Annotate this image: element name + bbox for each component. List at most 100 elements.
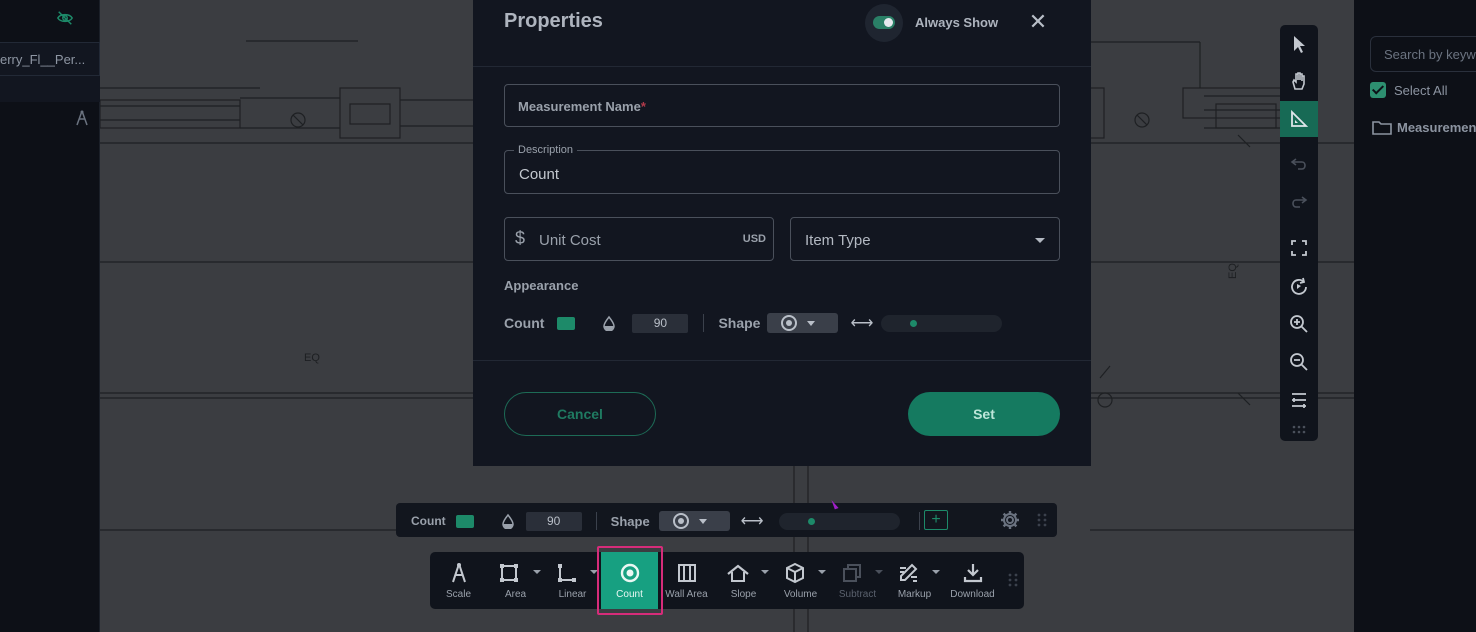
chevron-down-icon	[932, 570, 940, 574]
measurement-name-field[interactable]: Measurement Name*	[504, 84, 1060, 127]
opacity-input[interactable]: 90	[632, 313, 689, 333]
tool-label: Download	[950, 589, 995, 600]
tool-wall-area[interactable]: Wall Area	[658, 552, 715, 609]
tool-area[interactable]: Area	[487, 552, 544, 609]
gear-icon[interactable]	[1000, 510, 1020, 530]
pan-tool-button[interactable]	[1280, 63, 1318, 99]
always-show-toggle[interactable]	[865, 4, 903, 42]
circle-target-icon	[672, 513, 689, 529]
grip-icon[interactable]	[1007, 572, 1019, 588]
right-sidebar: Search by keyw Select All Measuremen	[1354, 0, 1476, 632]
compass-icon[interactable]	[75, 110, 89, 126]
tool-label: Area	[504, 589, 527, 600]
divider	[703, 314, 705, 332]
size-slider[interactable]	[881, 314, 1003, 332]
tool-subtract[interactable]: Subtract	[829, 552, 886, 609]
shape-dropdown[interactable]	[767, 313, 839, 333]
grip-icon	[1292, 425, 1306, 434]
drag-handle[interactable]	[1280, 419, 1318, 441]
fullscreen-icon	[1291, 240, 1307, 256]
visibility-off-icon[interactable]	[56, 10, 74, 26]
description-label: Description	[514, 144, 578, 156]
download-icon	[963, 564, 982, 583]
count-bar-label: Count	[411, 514, 446, 528]
set-square-icon	[1291, 109, 1309, 127]
unit-cost-field[interactable]: $ Unit Cost USD	[504, 217, 774, 261]
slider-thumb[interactable]	[807, 517, 815, 525]
tool-label: Scale	[445, 589, 471, 600]
eq-label: EQ	[304, 352, 320, 364]
count-appearance-bar: Count 90 Shape ⟷ +	[396, 503, 1057, 537]
tool-slope[interactable]: Slope	[715, 552, 772, 609]
grip-icon[interactable]	[1036, 512, 1048, 528]
file-tab-sub	[0, 76, 100, 102]
opacity-drop-icon	[501, 513, 514, 529]
color-swatch[interactable]	[557, 316, 576, 330]
layers-button[interactable]	[1280, 382, 1318, 418]
rotate-button[interactable]	[1280, 268, 1318, 304]
hand-icon	[1292, 72, 1305, 90]
required-mark: *	[640, 99, 646, 114]
dollar-icon: $	[515, 228, 526, 248]
tool-markup[interactable]: Markup	[886, 552, 943, 609]
checkbox-checked-icon[interactable]	[1370, 82, 1386, 98]
currency-label: USD	[742, 233, 766, 245]
tool-scale[interactable]: Scale	[430, 552, 487, 609]
shape-dropdown[interactable]	[658, 511, 730, 531]
zoom-in-icon	[1290, 315, 1308, 333]
add-measurement-button[interactable]: +	[924, 510, 948, 530]
tool-label: Slope	[730, 589, 757, 600]
size-arrows-icon: ⟷	[850, 315, 874, 332]
file-tab[interactable]: erry_Fl__Per...	[0, 42, 100, 76]
divider	[473, 360, 1091, 361]
pencil-ruler-icon	[899, 563, 917, 582]
description-value: Count	[519, 166, 560, 183]
search-input[interactable]: Search by keyw	[1370, 36, 1476, 72]
unit-cost-placeholder: Unit Cost	[539, 232, 601, 249]
description-field[interactable]: Description Count	[504, 144, 1060, 194]
chevron-down-icon	[698, 518, 707, 524]
zoom-in-button[interactable]	[1280, 306, 1318, 342]
chevron-down-icon	[818, 570, 826, 574]
tool-volume[interactable]: Volume	[772, 552, 829, 609]
chevron-down-icon	[761, 570, 769, 574]
tool-download[interactable]: Download	[944, 552, 1001, 609]
shape-label: Shape	[718, 315, 761, 331]
opacity-input[interactable]: 90	[525, 511, 582, 531]
circle-target-icon	[781, 315, 798, 331]
zoom-out-button[interactable]	[1280, 344, 1318, 380]
item-type-select[interactable]: Item Type	[790, 217, 1060, 261]
appearance-row: Count 90 Shape ⟷	[504, 313, 1003, 333]
toggle-switch[interactable]	[873, 16, 895, 29]
cancel-button[interactable]: Cancel	[504, 392, 656, 436]
shape-label: Shape	[610, 513, 650, 529]
slider-thumb[interactable]	[910, 319, 918, 327]
count-bar-row: Count 90 Shape ⟷	[411, 511, 920, 531]
chevron-down-icon	[1035, 238, 1045, 243]
size-slider[interactable]	[778, 512, 900, 530]
fit-screen-button[interactable]	[1280, 230, 1318, 266]
set-button[interactable]: Set	[908, 392, 1060, 436]
appearance-label: Count	[504, 315, 545, 331]
measure-tool-button[interactable]	[1280, 101, 1318, 137]
tool-label: Volume	[783, 589, 818, 600]
select-all-checkbox[interactable]: Select All	[1370, 82, 1447, 98]
compass-icon	[451, 563, 466, 583]
vertical-toolbar	[1280, 25, 1318, 441]
layers-icon	[1292, 393, 1306, 408]
measurements-folder[interactable]: Measuremen	[1372, 119, 1476, 135]
undo-button[interactable]	[1280, 145, 1318, 181]
subtract-icon	[842, 564, 861, 582]
chevron-down-icon	[533, 570, 541, 574]
tool-label: Markup	[897, 589, 932, 600]
size-arrows-icon: ⟷	[740, 513, 764, 530]
redo-button[interactable]	[1280, 183, 1318, 219]
select-tool-button[interactable]	[1280, 26, 1318, 62]
tool-linear[interactable]: Linear	[544, 552, 601, 609]
close-icon[interactable]: ✕	[1028, 9, 1048, 34]
color-swatch[interactable]	[455, 514, 474, 528]
select-all-label: Select All	[1394, 82, 1448, 98]
undo-icon	[1290, 158, 1306, 170]
opacity-drop-icon	[603, 315, 616, 331]
rotate-icon	[1291, 277, 1307, 295]
